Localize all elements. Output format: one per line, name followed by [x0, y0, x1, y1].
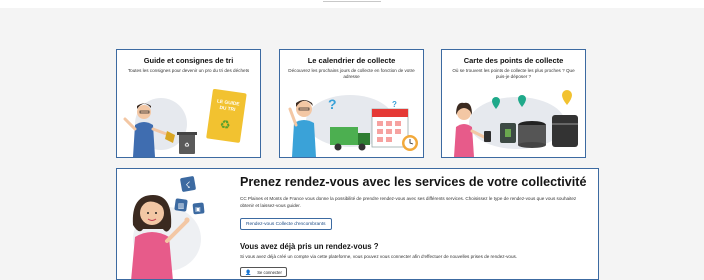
sorting-illustration: ♻ LE GUIDE DU TRI ♻	[123, 89, 247, 157]
rdv-encombrants-button[interactable]: Rendez-vous Collecte d'encombrants	[240, 218, 332, 230]
question-icon: ?	[328, 96, 337, 112]
card-title: Carte des points de collecte	[463, 56, 564, 65]
top-divider	[323, 1, 381, 2]
card-title: Le calendrier de collecte	[307, 56, 396, 65]
clock-icon	[402, 135, 418, 151]
rdv-title: Prenez rendez-vous avec les services de …	[240, 175, 587, 189]
card-carte-points[interactable]: Carte des points de collecte Où se trouv…	[441, 49, 586, 158]
bin-icon: ♻	[177, 132, 197, 154]
calendar-illustration: ? ?	[288, 95, 418, 157]
top-bar	[0, 0, 704, 8]
map-illustration	[454, 90, 578, 157]
svg-text:▣: ▣	[195, 206, 201, 213]
rdv-sub-description: Si vous avez déjà créé un compte via cet…	[240, 254, 518, 259]
user-icon: 👤	[245, 270, 252, 276]
connect-button[interactable]: 👤 Se connecter	[240, 267, 287, 277]
phone-icon	[484, 131, 491, 142]
woman-illustration: ☇ ▥ ▣	[131, 176, 205, 279]
svg-text:▥: ▥	[178, 202, 185, 210]
card-title: Guide et consignes de tri	[143, 56, 234, 65]
guide-book: LE GUIDE DU TRI ♻	[206, 89, 247, 143]
svg-text:☇: ☇	[185, 181, 190, 191]
rdv-description: CC Plaines et Monts de France vous donne…	[240, 196, 577, 208]
card-calendrier[interactable]: Le calendrier de collecte Découvrez les …	[279, 49, 424, 158]
rdv-panel: ☇ ▥ ▣ Prenez rendez-vous avec les servic…	[116, 168, 599, 280]
card-guide-tri[interactable]: Guide et consignes de tri Toutes les con…	[116, 49, 261, 158]
card-desc: Toutes les consignes pour devenir un pro…	[127, 68, 250, 73]
connect-label: Se connecter	[257, 270, 282, 275]
svg-text:♻: ♻	[184, 142, 189, 149]
svg-text:?: ?	[392, 100, 397, 109]
recycle-icon: ♻	[219, 117, 232, 132]
rdv-subtitle: Vous avez déjà pris un rendez-vous ?	[240, 242, 379, 251]
icons-cluster: ☇ ▥ ▣	[174, 176, 205, 215]
